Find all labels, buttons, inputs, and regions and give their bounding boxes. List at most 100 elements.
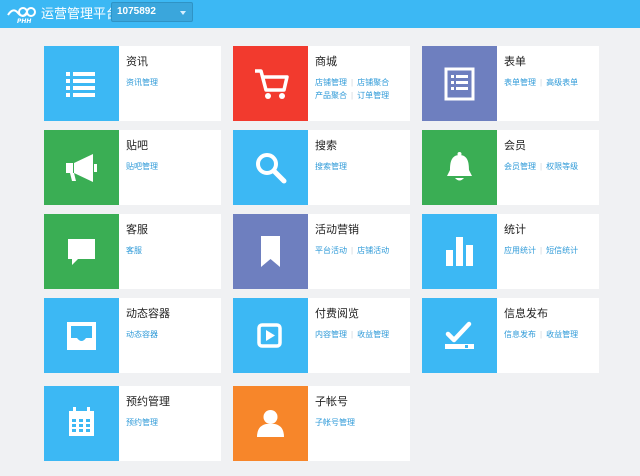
link-customer-service[interactable]: 客服 [126, 246, 142, 255]
bookmark-icon [261, 236, 280, 267]
link-platform-activity[interactable]: 平台活动 [315, 246, 347, 255]
module-card-sub-account[interactable]: 子帐号 子帐号管理 [233, 386, 410, 461]
megaphone-icon [66, 154, 97, 182]
logo-text: PHH [17, 18, 31, 25]
module-card-mall[interactable]: 商城 店铺管理 | 店铺聚合 产品聚合 | 订单管理 [233, 46, 410, 121]
link-store-management[interactable]: 店铺管理 [315, 78, 347, 87]
link-news-management[interactable]: 资讯管理 [126, 78, 158, 87]
module-tile [233, 214, 308, 289]
module-links: 预约管理 [126, 416, 220, 429]
link-reservation-management[interactable]: 预约管理 [126, 418, 158, 427]
chevron-down-icon [180, 11, 186, 15]
link-app-statistics[interactable]: 应用统计 [504, 246, 536, 255]
link-forum-management[interactable]: 贴吧管理 [126, 162, 158, 171]
module-card-paid-reading[interactable]: 付费阅览 内容管理 | 收益管理 [233, 298, 410, 373]
separator: | [540, 330, 543, 339]
module-tile [44, 130, 119, 205]
separator: | [351, 78, 354, 87]
module-links: 平台活动 | 店铺活动 [315, 244, 409, 257]
app-title: 运营管理平台 [41, 6, 120, 21]
separator: | [351, 91, 354, 100]
link-sub-account-management[interactable]: 子帐号管理 [315, 418, 355, 427]
user-icon [257, 410, 284, 437]
calendar-icon [69, 407, 94, 436]
module-tile [422, 46, 497, 121]
link-member-management[interactable]: 会员管理 [504, 162, 536, 171]
top-bar: PHH 运营管理平台 1075892 [0, 0, 640, 28]
shop-id-value: 1075892 [117, 6, 156, 17]
checkmark-icon [445, 321, 474, 349]
module-title: 贴吧 [126, 140, 148, 152]
inbox-tray-icon [67, 322, 96, 350]
module-card-search[interactable]: 搜索 搜索管理 [233, 130, 410, 205]
link-dynamic-container[interactable]: 动态容器 [126, 330, 158, 339]
link-content-management[interactable]: 内容管理 [315, 330, 347, 339]
module-tile [422, 298, 497, 373]
separator: | [540, 246, 543, 255]
shop-selector[interactable]: 1075892 [111, 2, 193, 22]
module-title: 搜索 [315, 140, 337, 152]
link-advanced-form[interactable]: 高级表单 [546, 78, 578, 87]
link-product-aggregation[interactable]: 产品聚合 [315, 91, 347, 100]
form-icon [444, 67, 475, 101]
module-tile [422, 214, 497, 289]
search-icon [256, 153, 287, 184]
link-store-aggregation[interactable]: 店铺聚合 [357, 78, 389, 87]
module-card-info-publish[interactable]: 信息发布 信息发布 | 收益管理 [422, 298, 599, 373]
bell-icon [447, 152, 472, 181]
separator: | [351, 246, 354, 255]
module-tile [44, 298, 119, 373]
module-tile [422, 130, 497, 205]
separator: | [540, 162, 543, 171]
module-tile [44, 214, 119, 289]
module-title: 会员 [504, 140, 526, 152]
module-tile [44, 46, 119, 121]
link-store-activity[interactable]: 店铺活动 [357, 246, 389, 255]
module-links: 表单管理 | 高级表单 [504, 76, 598, 89]
module-links: 店铺管理 | 店铺聚合 产品聚合 | 订单管理 [315, 76, 409, 102]
link-search-management[interactable]: 搜索管理 [315, 162, 347, 171]
module-card-dynamic-container[interactable]: 动态容器 动态容器 [44, 298, 221, 373]
shopping-cart-icon [255, 69, 289, 99]
module-card-statistics[interactable]: 统计 应用统计 | 短信统计 [422, 214, 599, 289]
module-card-news[interactable]: 资讯 资讯管理 [44, 46, 221, 121]
module-card-forum[interactable]: 贴吧 贴吧管理 [44, 130, 221, 205]
module-links: 贴吧管理 [126, 160, 220, 173]
list-icon [66, 72, 95, 97]
chat-bubble-icon [68, 239, 95, 265]
module-links: 资讯管理 [126, 76, 220, 89]
module-tile [233, 298, 308, 373]
module-title: 活动营销 [315, 224, 359, 236]
module-links: 应用统计 | 短信统计 [504, 244, 598, 257]
app-logo[interactable]: PHH [6, 3, 38, 25]
module-title: 信息发布 [504, 308, 548, 320]
module-tile [233, 130, 308, 205]
link-revenue-management[interactable]: 收益管理 [546, 330, 578, 339]
module-title: 商城 [315, 56, 337, 68]
module-title: 资讯 [126, 56, 148, 68]
link-revenue-management[interactable]: 收益管理 [357, 330, 389, 339]
module-card-marketing[interactable]: 活动营销 平台活动 | 店铺活动 [233, 214, 410, 289]
link-info-publish[interactable]: 信息发布 [504, 330, 536, 339]
module-tile [233, 386, 308, 461]
separator: | [540, 78, 543, 87]
module-links: 子帐号管理 [315, 416, 409, 429]
module-card-member[interactable]: 会员 会员管理 | 权限等级 [422, 130, 599, 205]
module-title: 统计 [504, 224, 526, 236]
module-links: 内容管理 | 收益管理 [315, 328, 409, 341]
module-card-support[interactable]: 客服 客服 [44, 214, 221, 289]
link-permission-level[interactable]: 权限等级 [546, 162, 578, 171]
link-sms-statistics[interactable]: 短信统计 [546, 246, 578, 255]
module-links: 会员管理 | 权限等级 [504, 160, 598, 173]
link-form-management[interactable]: 表单管理 [504, 78, 536, 87]
module-card-reservation[interactable]: 预约管理 预约管理 [44, 386, 221, 461]
play-button-icon [257, 323, 282, 348]
module-title: 预约管理 [126, 396, 170, 408]
module-title: 付费阅览 [315, 308, 359, 320]
bar-chart-icon [446, 237, 473, 266]
logo-mark-icon: PHH [7, 7, 36, 25]
link-order-management[interactable]: 订单管理 [357, 91, 389, 100]
module-card-form[interactable]: 表单 表单管理 | 高级表单 [422, 46, 599, 121]
separator: | [351, 330, 354, 339]
module-links: 信息发布 | 收益管理 [504, 328, 598, 341]
